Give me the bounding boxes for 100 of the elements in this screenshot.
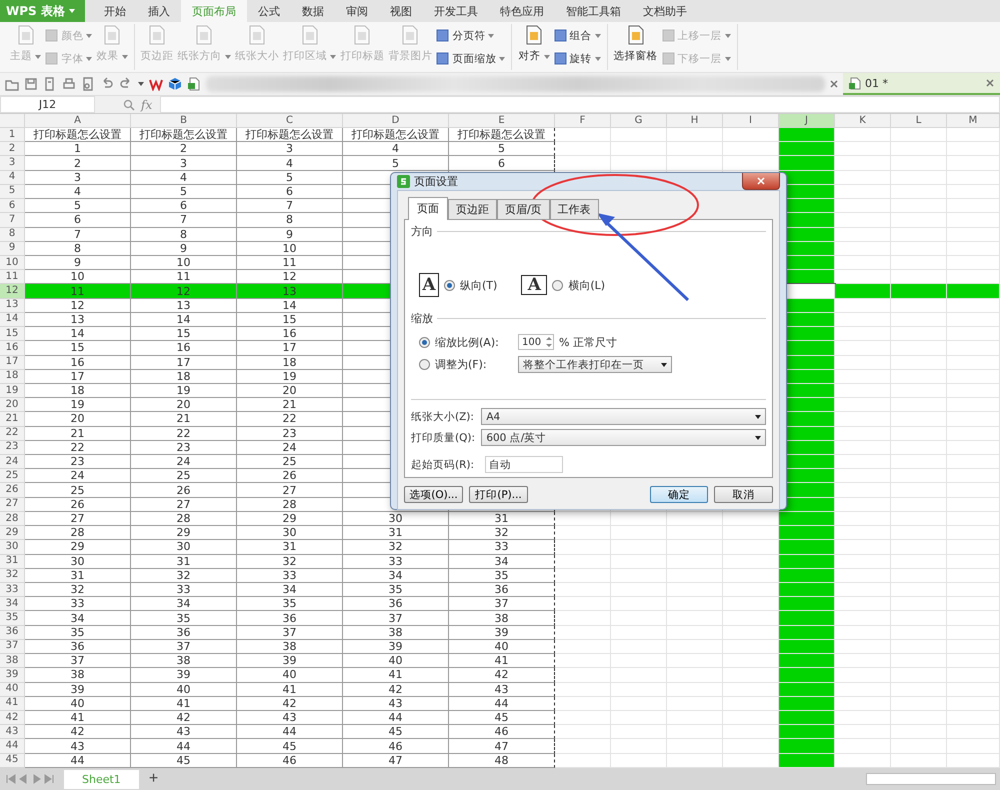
row-header[interactable]: 31 [0, 554, 25, 569]
ribbon-button[interactable]: 选择窗格 [614, 24, 658, 63]
row-header[interactable]: 8 [0, 228, 25, 242]
name-box[interactable]: J12 [0, 96, 95, 113]
close-button[interactable] [742, 173, 780, 190]
row-header[interactable]: 35 [0, 611, 25, 626]
radio-label[interactable]: 横向(L) [568, 278, 606, 293]
row-header[interactable]: 39 [0, 668, 25, 683]
ribbon-tab[interactable]: 文档助手 [632, 0, 698, 22]
row-header[interactable]: 20 [0, 398, 25, 412]
radio-button[interactable] [419, 336, 430, 348]
dialog-button[interactable]: 打印(P)... [469, 486, 528, 503]
column-header[interactable]: C [237, 114, 343, 128]
row-header[interactable]: 43 [0, 725, 25, 740]
row-header[interactable]: 29 [0, 526, 25, 540]
row-header[interactable]: 42 [0, 710, 25, 726]
ribbon-tab[interactable]: 审阅 [335, 0, 379, 22]
ribbon-button[interactable]: 页面缩放 [436, 52, 506, 66]
row-header[interactable]: 33 [0, 583, 25, 598]
input-field[interactable]: 自动 [485, 456, 563, 473]
row-header[interactable]: 40 [0, 682, 25, 697]
radio-label[interactable]: 调整为(F): [435, 357, 513, 372]
ribbon-tab[interactable]: 特色应用 [489, 0, 555, 22]
toolbar-icon[interactable] [81, 77, 95, 91]
row-header[interactable]: 15 [0, 327, 25, 342]
row-header[interactable]: 28 [0, 512, 25, 526]
radio-button[interactable] [419, 359, 430, 370]
row-header[interactable]: 38 [0, 654, 25, 668]
row-header[interactable]: 41 [0, 696, 25, 711]
ribbon-tab[interactable]: 公式 [247, 0, 291, 22]
ribbon-tab[interactable]: 智能工具箱 [555, 0, 632, 22]
row-header[interactable]: 34 [0, 597, 25, 612]
row-header[interactable]: 37 [0, 640, 25, 654]
row-header[interactable]: 13 [0, 298, 25, 313]
column-header[interactable]: H [667, 114, 723, 128]
column-header[interactable]: J [779, 114, 835, 128]
row-header[interactable]: 3 [0, 156, 25, 171]
spreadsheet-icon[interactable] [187, 77, 201, 91]
toolbar-icon[interactable] [24, 77, 38, 91]
dialog-button[interactable]: 选项(O)... [404, 486, 463, 503]
row-header[interactable]: 44 [0, 739, 25, 754]
column-header[interactable]: L [891, 114, 947, 128]
row-header[interactable]: 32 [0, 568, 25, 583]
row-header[interactable]: 2 [0, 142, 25, 156]
dropdown-field[interactable]: 600 点/英寸 [481, 429, 766, 446]
formula-input[interactable] [160, 96, 1000, 113]
row-header[interactable]: 23 [0, 440, 25, 456]
row-header[interactable]: 12 [0, 284, 25, 299]
row-header[interactable]: 19 [0, 384, 25, 398]
radio-button[interactable] [552, 280, 564, 291]
row-header[interactable]: 22 [0, 426, 25, 441]
row-header[interactable]: 30 [0, 540, 25, 555]
radio-label[interactable]: 缩放比例(A): [435, 334, 513, 350]
column-header[interactable]: G [611, 114, 667, 128]
row-header[interactable]: 11 [0, 270, 25, 284]
ribbon-button[interactable]: 分页符 [436, 28, 494, 42]
row-header[interactable]: 4 [0, 170, 25, 185]
row-header[interactable]: 26 [0, 483, 25, 498]
column-header[interactable]: B [131, 114, 237, 128]
add-sheet-button[interactable]: + [144, 771, 162, 787]
row-header[interactable]: 1 [0, 128, 25, 142]
row-header[interactable]: 36 [0, 626, 25, 640]
row-header[interactable]: 9 [0, 242, 25, 256]
column-header[interactable]: E [449, 114, 555, 128]
percent-spinner[interactable]: 100 [518, 334, 554, 350]
column-header[interactable]: K [835, 114, 891, 128]
dialog-tab[interactable]: 页边距 [448, 199, 497, 220]
column-header[interactable]: F [555, 114, 611, 128]
dialog-button[interactable]: 取消 [714, 486, 773, 503]
search-icon[interactable] [123, 98, 135, 110]
row-header[interactable]: 24 [0, 455, 25, 470]
column-header[interactable]: I [723, 114, 779, 128]
row-header[interactable]: 21 [0, 412, 25, 427]
row-header[interactable]: 7 [0, 213, 25, 228]
ribbon-button[interactable]: 组合 [554, 28, 601, 42]
row-header[interactable]: 14 [0, 312, 25, 328]
row-header[interactable]: 6 [0, 199, 25, 214]
ribbon-button[interactable]: 对齐 [518, 24, 550, 63]
column-header[interactable]: A [25, 114, 131, 128]
fit-dropdown[interactable]: 将整个工作表打印在一页 [518, 356, 672, 374]
row-header[interactable]: 17 [0, 356, 25, 370]
ribbon-tab[interactable]: 页面布局 [181, 0, 247, 22]
row-header[interactable]: 5 [0, 184, 25, 200]
row-header[interactable]: 10 [0, 256, 25, 270]
ribbon-tab[interactable]: 数据 [291, 0, 335, 22]
row-header[interactable]: 27 [0, 498, 25, 512]
radio-button[interactable] [444, 280, 455, 291]
dialog-tab[interactable]: 页面 [408, 197, 448, 220]
column-header[interactable]: D [343, 114, 449, 128]
row-header[interactable]: 25 [0, 469, 25, 484]
cube-icon[interactable] [168, 77, 182, 91]
row-header[interactable]: 18 [0, 370, 25, 384]
dialog-tab[interactable]: 页眉/页 [497, 199, 550, 220]
row-header[interactable]: 45 [0, 754, 25, 768]
ribbon-tab[interactable]: 开发工具 [423, 0, 489, 22]
document-tab[interactable]: 01 * [843, 73, 1000, 95]
dialog-button[interactable]: 确定 [650, 486, 708, 503]
logo-icon[interactable] [149, 77, 163, 91]
column-header[interactable]: M [947, 114, 1000, 128]
radio-label[interactable]: 纵向(T) [460, 278, 498, 293]
